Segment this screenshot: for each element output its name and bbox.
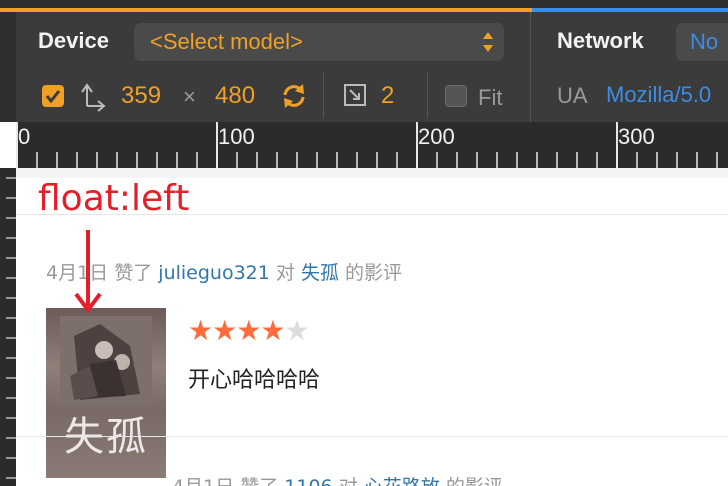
- star-icon: ★: [188, 314, 213, 347]
- device-section-accent: [0, 8, 532, 12]
- star-icon: ★: [260, 314, 285, 347]
- movie-link[interactable]: 心花路放: [364, 476, 440, 486]
- user-link[interactable]: 1106: [284, 476, 332, 486]
- poster-title: 失孤: [64, 414, 148, 460]
- toolbar-top-strip: [0, 0, 728, 8]
- star-empty-icon: ★: [284, 314, 309, 347]
- emulated-page: float:left 4月1日 赞了 julieguo321 对 失孤 的影评 …: [16, 168, 728, 486]
- feed-item-header: 4月1日 赞了 julieguo321 对 失孤 的影评: [46, 258, 402, 285]
- ua-label: UA: [557, 83, 588, 108]
- float-left-annotation: float:left: [38, 178, 190, 219]
- device-scale-input[interactable]: 2: [381, 82, 394, 110]
- feed-action: 赞了: [240, 476, 278, 486]
- divider: [16, 436, 728, 437]
- select-arrows-icon: [483, 32, 493, 52]
- divider: [16, 214, 728, 215]
- feed-connector: 对: [275, 262, 295, 284]
- review-comment: 开心哈哈哈哈: [188, 368, 321, 393]
- horizontal-ruler: 0 100 200 300: [16, 122, 728, 168]
- network-select-value: No: [690, 29, 719, 54]
- network-select[interactable]: No: [676, 23, 728, 61]
- checkmark-icon: [45, 90, 61, 104]
- page-top-band: [16, 168, 728, 178]
- ruler-mark-200: 200: [418, 124, 455, 149]
- fit-checkbox[interactable]: [445, 85, 467, 107]
- emulate-resolution-checkbox[interactable]: [42, 85, 64, 107]
- section-divider: [530, 12, 531, 122]
- ruler-mark-0: 0: [18, 124, 31, 149]
- device-model-select-value: <Select model>: [150, 29, 303, 54]
- feed-date: 4月1日: [46, 262, 109, 284]
- vertical-ruler-ticks: [6, 177, 16, 479]
- user-agent-input[interactable]: Mozilla/5.0: [606, 82, 711, 108]
- feed-action: 赞了: [114, 262, 153, 284]
- feed-suffix: 的影评: [446, 476, 503, 486]
- device-model-select[interactable]: <Select model>: [134, 23, 504, 61]
- network-section-accent: [532, 8, 728, 12]
- movie-link[interactable]: 失孤: [301, 262, 339, 284]
- rotate-icon[interactable]: [279, 81, 309, 111]
- star-icon: ★: [236, 314, 261, 347]
- movie-poster[interactable]: 失孤: [46, 308, 166, 478]
- rating-stars: ★★★★★: [188, 314, 310, 347]
- device-label: Device: [38, 28, 109, 53]
- width-input[interactable]: 359: [121, 82, 161, 110]
- feed-connector: 对: [339, 476, 358, 486]
- fit-label: Fit: [478, 85, 503, 110]
- network-label: Network: [557, 28, 644, 53]
- ruler-mark-300: 300: [618, 124, 655, 149]
- feed-item-header: 4月1日 赞了 1106 对 心花路放 的影评: [172, 472, 503, 486]
- resize-arrows-icon: [81, 83, 106, 112]
- ruler-mark-100: 100: [218, 124, 255, 149]
- star-icon: ★: [212, 314, 237, 347]
- toolbar-divider: [427, 72, 428, 118]
- emulation-toolbar: Device <Select model> Network No 359 × 4…: [0, 0, 728, 122]
- scale-icon: [344, 84, 366, 106]
- toolbar-left-edge: [0, 12, 16, 122]
- poster-figures: [60, 316, 152, 406]
- height-input[interactable]: 480: [215, 82, 255, 110]
- user-link[interactable]: julieguo321: [158, 262, 270, 284]
- feed-suffix: 的影评: [345, 262, 403, 284]
- feed-date: 4月1日: [172, 476, 234, 486]
- dimension-separator: ×: [183, 84, 196, 109]
- vertical-ruler: [0, 168, 16, 486]
- toolbar-divider: [323, 72, 324, 118]
